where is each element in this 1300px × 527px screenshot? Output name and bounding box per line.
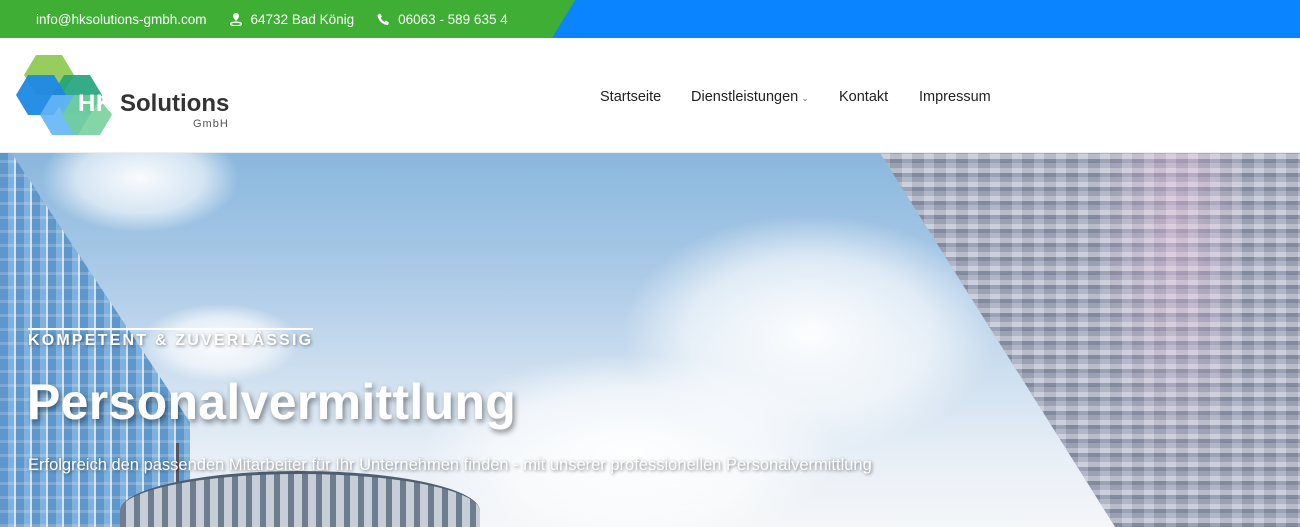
nav-item-startseite[interactable]: Startseite	[600, 89, 661, 105]
main-navigation: Startseite Dienstleistungen ⌄ Kontakt Imp…	[0, 38, 1300, 153]
hero-cloud	[40, 153, 240, 233]
hero-title: Personalvermittlung	[27, 374, 517, 430]
address-item: 64732 Bad König	[229, 11, 355, 27]
phone-link[interactable]: 06063 - 589 635 4	[376, 12, 508, 27]
location-pin-icon	[229, 12, 243, 26]
phone-text: 06063 - 589 635 4	[398, 11, 508, 27]
hero-eyebrow: KOMPETENT & ZUVERLÄSSIG	[28, 328, 314, 350]
address-text: 64732 Bad König	[250, 11, 355, 27]
hero-subtitle: Erfolgreich den passenden Mitarbeiter fü…	[28, 456, 872, 474]
hero-banner: KOMPETENT & ZUVERLÄSSIG Personalvermittl…	[0, 153, 1300, 527]
nav-item-kontakt[interactable]: Kontakt	[839, 89, 888, 105]
phone-icon	[376, 12, 390, 26]
topbar-contact-info: info@hksolutions-gmbh.com 64732 Bad Köni…	[36, 0, 508, 38]
top-info-bar: info@hksolutions-gmbh.com 64732 Bad Köni…	[0, 0, 1300, 38]
chevron-down-icon: ⌄	[801, 93, 809, 103]
nav-item-dienstleistungen-label: Dienstleistungen	[691, 89, 799, 105]
nav-item-dienstleistungen[interactable]: Dienstleistungen ⌄	[691, 89, 809, 105]
site-header: HK Solutions GmbH Startseite Dienstleist…	[0, 38, 1300, 153]
hero-lens-flare	[1080, 153, 1240, 527]
email-link[interactable]: info@hksolutions-gmbh.com	[36, 12, 207, 27]
nav-item-impressum[interactable]: Impressum	[919, 89, 991, 105]
email-text: info@hksolutions-gmbh.com	[36, 11, 207, 27]
